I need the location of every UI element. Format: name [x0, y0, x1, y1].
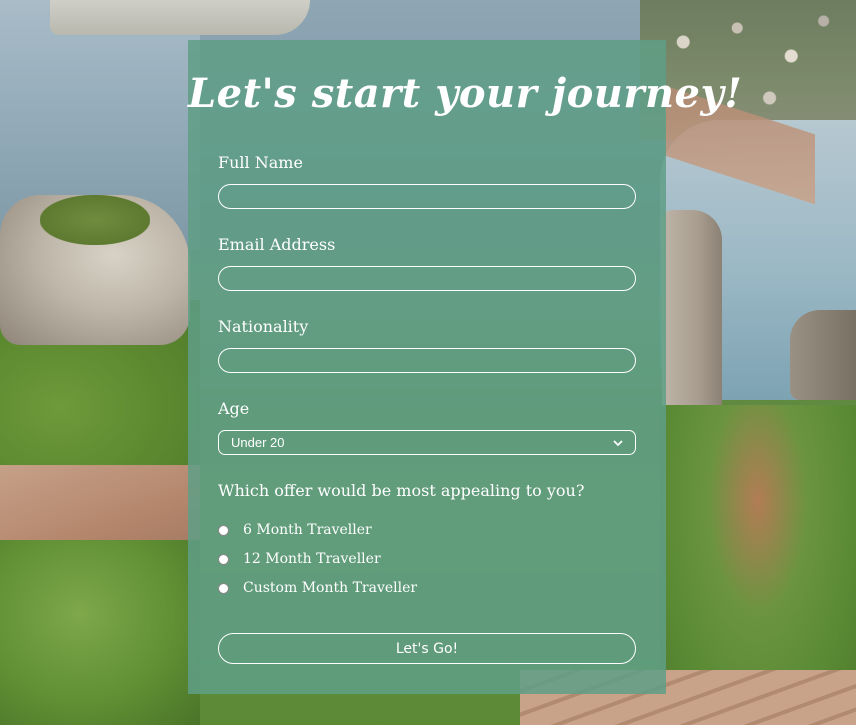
nationality-input[interactable] [218, 348, 636, 373]
rock-moss [40, 195, 150, 245]
radio-button[interactable] [218, 553, 229, 565]
radio-button[interactable] [218, 524, 229, 536]
chevron-down-icon [613, 439, 623, 446]
offer-option-12-month[interactable]: 12 Month Traveller [218, 551, 381, 567]
full-name-input[interactable] [218, 184, 636, 209]
age-label: Age [218, 399, 250, 418]
full-name-label: Full Name [218, 153, 303, 172]
form-title: Let's start your journey! [188, 70, 743, 117]
rock-far-right [790, 310, 856, 400]
signup-form-panel: Let's start your journey! Full Name Emai… [188, 40, 743, 694]
offer-option-label: 6 Month Traveller [243, 522, 372, 538]
email-label: Email Address [218, 235, 336, 254]
cliff-top [50, 0, 310, 35]
submit-button[interactable]: Let's Go! [218, 633, 636, 664]
age-select-value: Under 20 [231, 435, 285, 450]
offer-option-label: 12 Month Traveller [243, 551, 381, 567]
age-select[interactable]: Under 20 [218, 430, 636, 455]
radio-button[interactable] [218, 582, 229, 594]
grass-bottom-left [0, 540, 200, 725]
email-input[interactable] [218, 266, 636, 291]
offer-option-6-month[interactable]: 6 Month Traveller [218, 522, 372, 538]
offer-option-custom-month[interactable]: Custom Month Traveller [218, 580, 417, 596]
offer-option-label: Custom Month Traveller [243, 580, 418, 596]
offer-question: Which offer would be most appealing to y… [218, 481, 585, 500]
nationality-label: Nationality [218, 317, 309, 336]
